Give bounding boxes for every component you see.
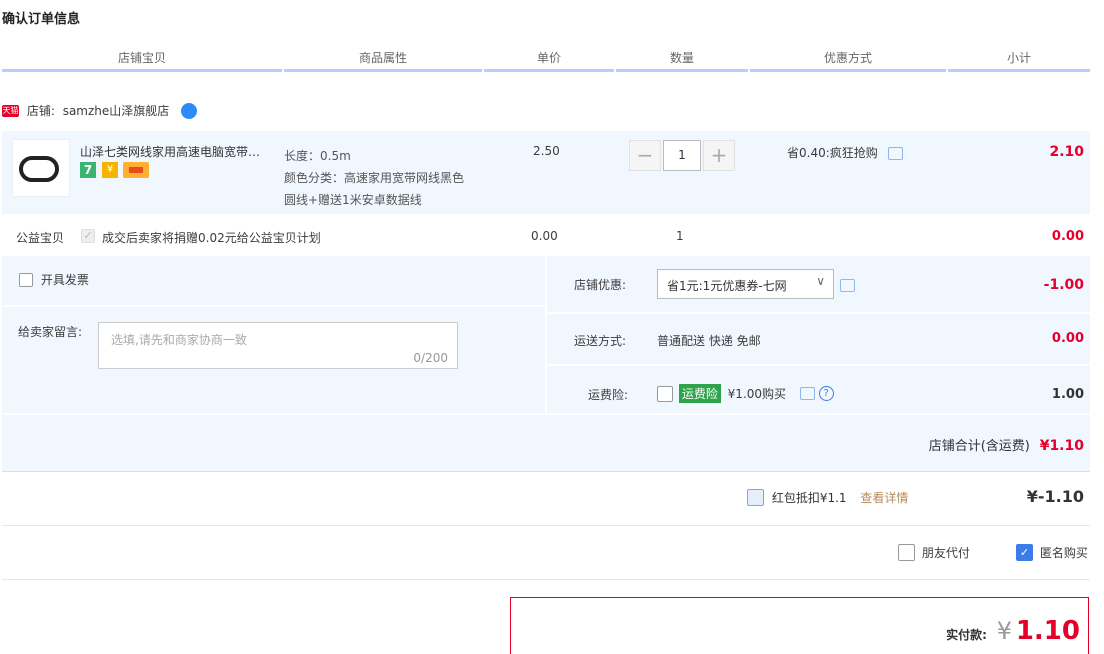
shop-coupon-value: 省1元:1元优惠券-七网 xyxy=(667,279,787,293)
friend-pay-option[interactable]: 朋友代付 xyxy=(898,544,970,561)
shop-total-label: 店铺合计(含运费) xyxy=(928,439,1030,454)
shipping-label: 运送方式: xyxy=(574,334,627,348)
insurance-tag: 运费险 xyxy=(678,384,721,403)
message-counter: 0/200 xyxy=(413,351,448,365)
shop-row: 天猫 店铺: samzhe山泽旗舰店 xyxy=(2,102,198,124)
credit-card-icon xyxy=(123,162,149,178)
insurance-label: 运费险: xyxy=(588,388,629,402)
col-header-price: 单价 xyxy=(484,48,614,72)
divider xyxy=(2,525,1090,526)
item-subtotal: 2.10 xyxy=(1049,144,1084,160)
qty-input[interactable]: 1 xyxy=(663,140,701,171)
guarantee-icon: ¥ xyxy=(102,162,118,178)
invoice-checkbox[interactable] xyxy=(19,272,33,287)
charity-label: 公益宝贝 xyxy=(16,231,65,245)
item-title-link[interactable]: 山泽七类网线家用高速电脑宽带… xyxy=(80,143,280,160)
col-header-item: 店铺宝贝 xyxy=(2,48,282,72)
insurance-amount: 1.00 xyxy=(1051,387,1084,402)
col-header-quantity: 数量 xyxy=(616,48,748,72)
invoice-label: 开具发票 xyxy=(40,273,89,287)
attr-color-line2: 圆线+赠送1米安卓数据线 xyxy=(284,193,422,207)
promo-text: 省0.40:疯狂抢购 xyxy=(787,146,878,160)
anonymous-checkbox[interactable]: ✓ xyxy=(1016,544,1033,561)
wangwang-chat-icon[interactable] xyxy=(181,102,198,119)
product-thumbnail[interactable] xyxy=(12,139,70,197)
chevron-down-icon: ∨ xyxy=(816,274,825,288)
anonymous-label: 匿名购买 xyxy=(1039,546,1088,560)
charity-price: 0.00 xyxy=(531,229,558,243)
shop-total-amount: ¥1.10 xyxy=(1039,438,1084,454)
message-textarea[interactable]: 选填,请先和商家协商一致 0/200 xyxy=(98,322,458,369)
red-packet-label: 红包抵扣¥1.1 xyxy=(771,491,847,505)
item-promo: 省0.40:疯狂抢购 xyxy=(787,144,903,161)
final-label: 实付款: xyxy=(946,628,987,642)
qty-plus-button[interactable]: + xyxy=(703,140,735,171)
tmall-icon: 天猫 xyxy=(2,104,19,117)
invoice-option[interactable]: 开具发票 xyxy=(19,271,89,288)
qty-minus-button[interactable]: − xyxy=(629,140,661,171)
charity-checkbox[interactable]: ✓ xyxy=(81,229,95,243)
insurance-comment-icon[interactable] xyxy=(799,387,815,400)
attr-length: 长度：0.5m xyxy=(284,149,351,163)
col-header-attributes: 商品属性 xyxy=(284,48,482,72)
friend-pay-checkbox[interactable] xyxy=(898,544,915,561)
red-packet-details-link[interactable]: 查看详情 xyxy=(860,491,908,505)
shop-name[interactable]: samzhe山泽旗舰店 xyxy=(63,104,170,118)
insurance-option: 运费险 ¥1.00购买 ? xyxy=(657,384,834,403)
col-header-subtotal: 小计 xyxy=(948,48,1090,72)
shop-discount-label: 店铺优惠: xyxy=(574,278,627,292)
charity-subtotal: 0.00 xyxy=(1051,229,1084,244)
red-packet-checkbox[interactable] xyxy=(747,489,764,506)
shipping-value: 普通配送 快递 免邮 xyxy=(657,334,761,348)
shop-label: 店铺: xyxy=(26,104,55,118)
coupon-comment-icon[interactable] xyxy=(840,279,855,292)
final-payment-box: 实付款: ¥ 1.10 xyxy=(510,597,1089,654)
shop-total: 店铺合计(含运费) ¥1.10 xyxy=(830,435,1084,454)
divider xyxy=(2,579,1090,580)
charity-qty: 1 xyxy=(676,229,684,243)
insurance-text: ¥1.00购买 xyxy=(727,387,787,401)
message-placeholder: 选填,请先和商家协商一致 xyxy=(111,333,247,347)
quantity-stepper: − 1 + xyxy=(629,140,735,171)
insurance-checkbox[interactable] xyxy=(657,385,673,402)
shop-discount-amount: -1.00 xyxy=(1043,277,1084,293)
col-header-discount: 优惠方式 xyxy=(750,48,946,72)
message-label: 给卖家留言: xyxy=(18,325,83,339)
seven-day-return-icon: 7 xyxy=(80,162,96,178)
shipping-amount: 0.00 xyxy=(1051,331,1084,346)
anonymous-option[interactable]: ✓ 匿名购买 xyxy=(1016,544,1088,561)
item-price: 2.50 xyxy=(533,144,560,158)
help-icon[interactable]: ? xyxy=(818,386,834,401)
final-amount: 1.10 xyxy=(1015,616,1080,646)
red-packet-amount: ¥-1.10 xyxy=(1026,487,1084,506)
charity-text: 成交后卖家将捐赠0.02元给公益宝贝计划 xyxy=(102,231,321,245)
attr-color-line1: 颜色分类：高速家用宽带网线黑色 xyxy=(284,171,465,185)
page-title: 确认订单信息 xyxy=(2,12,81,27)
table-header: 店铺宝贝 商品属性 单价 数量 优惠方式 小计 xyxy=(2,48,1090,72)
shop-coupon-select[interactable]: 省1元:1元优惠券-七网 ∨ xyxy=(657,269,834,299)
promo-comment-icon[interactable] xyxy=(887,147,903,160)
final-currency: ¥ xyxy=(996,617,1013,645)
item-attributes: 长度：0.5m 颜色分类：高速家用宽带网线黑色 圆线+赠送1米安卓数据线 xyxy=(284,145,464,211)
friend-pay-label: 朋友代付 xyxy=(921,546,970,560)
red-packet-option: 红包抵扣¥1.1 查看详情 xyxy=(747,489,908,506)
